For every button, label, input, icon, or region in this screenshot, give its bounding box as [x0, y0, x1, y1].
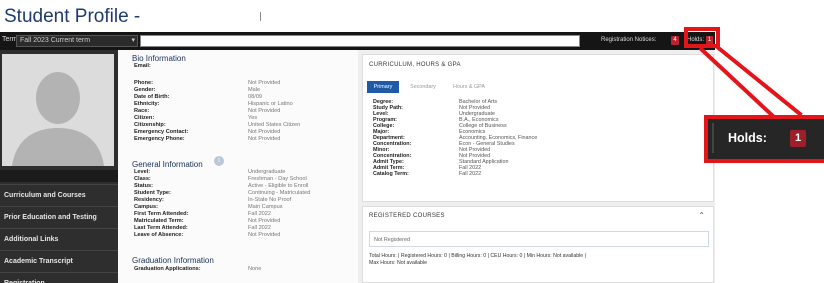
sidebar-item-registration[interactable]: Registration: [0, 272, 118, 283]
bio-row: Emergency Phone: Not Provided: [134, 136, 281, 142]
avatar-silhouette-icon: [2, 54, 114, 166]
bio-section-title: Bio Information: [132, 54, 186, 63]
curriculum-panel-title: CURRICULUM, HOURS & GPA: [369, 62, 461, 68]
sidebar-item-prior-education[interactable]: Prior Education and Testing: [0, 206, 118, 228]
bio-row: Emergency Contact: Not Provided: [134, 129, 281, 135]
general-row: Leave of Absence: Not Provided: [134, 232, 281, 238]
title-divider: [260, 12, 261, 21]
general-row: First Term Attended: Fall 2022: [134, 211, 272, 217]
curriculum-panel: CURRICULUM, HOURS & GPA Primary Secondar…: [362, 54, 714, 202]
bio-row: Email:: [134, 63, 151, 69]
general-row: Level: Undergraduate: [134, 169, 286, 175]
term-select-value: Fall 2023 Current term: [20, 37, 91, 44]
callout-holds-badge: 1: [790, 130, 806, 147]
student-profile-screen: Student Profile - Term: Fall 2023 Curren…: [0, 0, 715, 283]
chevron-down-icon: ▾: [131, 37, 135, 44]
sidebar-item-additional-links[interactable]: Additional Links: [0, 228, 118, 250]
collapse-caret-icon[interactable]: ⌃: [698, 211, 705, 220]
bio-row: Date of Birth: 08/09: [134, 94, 262, 100]
general-row: Student Type: Continuing - Matriculated: [134, 190, 311, 196]
holds-highlight-box: [684, 27, 720, 48]
callout-holds-label: Holds:: [728, 131, 767, 145]
term-select[interactable]: Fall 2023 Current term ▾: [16, 35, 138, 47]
page-title: Student Profile -: [4, 6, 141, 27]
general-row: Campus: Main Campus: [134, 204, 283, 210]
title-bar: Student Profile -: [0, 0, 715, 32]
sidebar-item-curriculum[interactable]: Curriculum and Courses: [0, 184, 118, 206]
left-sidebar: Curriculum and Courses Prior Education a…: [0, 50, 118, 283]
graduation-row: Graduation Applications: None: [134, 266, 262, 272]
holds-zoom-callout: Holds: 1: [704, 115, 824, 163]
general-row: Residency: In-State No Proof: [134, 197, 292, 203]
general-row: Class: Freshman - Day School: [134, 176, 307, 182]
bio-row: Race: Not Provided: [134, 108, 281, 114]
curriculum-row: Catalog Term: Fall 2022: [373, 171, 482, 177]
term-bar: Term: Fall 2023 Current term ▾ Registrat…: [0, 32, 715, 50]
bio-row: Ethnicity: Hispanic or Latino: [134, 101, 293, 107]
student-photo-placeholder: [2, 54, 114, 166]
bio-row: Citizen: Yes: [134, 115, 258, 121]
general-section-title: General Information: [132, 160, 203, 169]
callout-edge: [712, 123, 714, 153]
registered-courses-panel: REGISTERED COURSES ⌃ Not Registered Tota…: [362, 206, 714, 283]
sidebar-item-transcript[interactable]: Academic Transcript: [0, 250, 118, 272]
photo-caption-strip: [0, 170, 118, 182]
tab-primary[interactable]: Primary: [367, 81, 399, 93]
bio-column: Bio Information Email: Phone: Not Provid…: [118, 50, 358, 283]
hours-summary-line-1: Total Hours: | Registered Hours: 0 | Bil…: [369, 253, 586, 259]
bio-row: Phone: Not Provided: [134, 80, 281, 86]
info-icon[interactable]: i: [214, 156, 224, 166]
term-search-input[interactable]: [140, 35, 580, 47]
right-column: CURRICULUM, HOURS & GPA Primary Secondar…: [358, 50, 715, 283]
registered-courses-title: REGISTERED COURSES: [369, 213, 445, 219]
bio-row: Gender: Male: [134, 87, 261, 93]
graduation-section-title: Graduation Information: [132, 256, 214, 265]
not-registered-box: Not Registered: [369, 231, 709, 247]
tab-secondary[interactable]: Secondary: [403, 81, 443, 93]
general-row: Last Term Attended: Fall 2022: [134, 225, 272, 231]
registration-notices-link[interactable]: Registration Notices:: [601, 37, 656, 43]
general-row: Status: Active - Eligible to Enroll: [134, 183, 309, 189]
registration-notices-badge: 4: [671, 36, 679, 45]
hours-summary-line-2: Max Hours: Not available: [369, 260, 427, 266]
tab-hours-gpa[interactable]: Hours & GPA: [447, 81, 491, 93]
bio-row: Citizenship: United States Citizen: [134, 122, 301, 128]
general-row: Matriculated Term: Not Provided: [134, 218, 281, 224]
